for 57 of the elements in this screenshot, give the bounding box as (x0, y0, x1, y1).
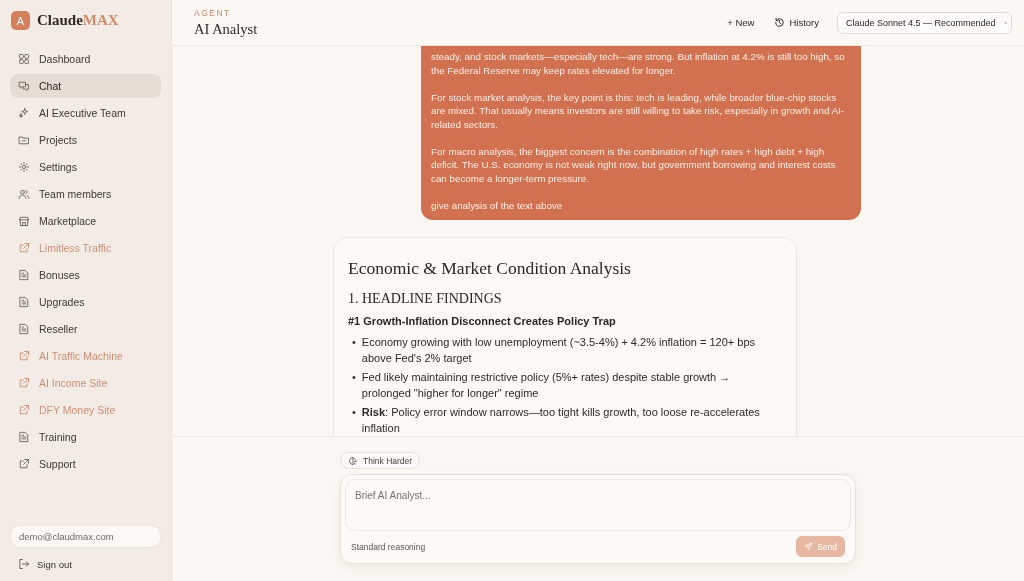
sidebar-item[interactable]: Bonuses (10, 263, 161, 287)
external-link-icon (18, 458, 30, 470)
bullet-marker: • (352, 405, 356, 420)
bullet-marker: • (352, 370, 356, 385)
folder-icon (18, 134, 30, 146)
reasoning-mode-label: Standard reasoning (351, 541, 426, 552)
sidebar-item[interactable]: Training (10, 425, 161, 449)
grid-icon (18, 53, 30, 65)
external-link-icon (18, 404, 30, 416)
message-paragraph: steady, and stock markets—especially tech—are strong. But inflation at 4.2% is still too high, so the Federal Reserve may keep rates elevated for longer. (431, 50, 846, 77)
bullet-point: Risk: Policy error window narrows—too tight kills growth, too loose re-accelerates inflation (361, 405, 761, 436)
external-link-icon (18, 242, 30, 254)
page-title: AI Analyst (194, 20, 258, 38)
message-input[interactable]: Brief AI Analyst... (345, 479, 851, 531)
external-link-icon (18, 377, 30, 389)
document-icon (18, 296, 30, 308)
bullet-marker: • (352, 335, 356, 350)
sign-out-link[interactable]: Sign out (10, 548, 161, 571)
sign-out-icon (18, 558, 30, 570)
send-icon (804, 542, 814, 551)
section-heading: 1. HEADLINE FINDINGS (348, 291, 503, 307)
sidebar-item[interactable]: Projects (10, 128, 161, 152)
sidebar-item[interactable]: Marketplace (10, 209, 161, 233)
document-icon (18, 431, 30, 443)
message-paragraph: give analysis of the text above (431, 198, 564, 212)
people-icon (18, 188, 30, 200)
chat-icon (18, 80, 30, 92)
sidebar-item[interactable]: Team members (10, 182, 161, 206)
history-button[interactable]: History (772, 13, 821, 32)
sidebar-item[interactable]: Upgrades (10, 290, 161, 314)
settings-icon (18, 161, 30, 173)
bullet-point: Economy growing with low unemployment (~3.5-4%) + 4.2% inflation = 120+ bps above Fed's 2% target (361, 335, 757, 366)
analysis-title: Economic & Market Condition Analysis (348, 258, 632, 279)
sidebar-item[interactable]: AI Executive Team (10, 101, 161, 125)
sparkle-icon (18, 107, 30, 119)
sidebar-item[interactable]: Chat (10, 74, 161, 98)
logo-badge: A (11, 11, 30, 30)
finding-heading: #1 Growth-Inflation Disconnect Creates Policy Trap (348, 315, 617, 327)
history-icon (774, 17, 786, 28)
store-icon (18, 215, 30, 227)
sidebar-item[interactable]: Reseller (10, 317, 161, 341)
document-icon (18, 269, 30, 281)
bullet-point: Fed likely maintaining restrictive policy (5%+ rates) despite stable growth → prolonged "higher for longer" regime (361, 370, 732, 401)
agent-label: AGENT (194, 7, 232, 18)
sidebar-item[interactable]: Dashboard (10, 47, 161, 71)
document-icon (18, 323, 30, 335)
think-harder-toggle[interactable]: Think Harder (340, 452, 421, 469)
new-button[interactable]: + New (725, 13, 757, 32)
sidebar-item[interactable]: Support (10, 452, 161, 476)
account-email: demo@claudmax.com (10, 525, 161, 548)
brand-name: ClaudeMAX (37, 12, 119, 29)
message-paragraph: For macro analysis, the biggest concern is the combination of high rates + high debt + high deficit. The U.S. economy is not weak right now, but government borrowing and interest costs can become a longer-term pressure. (431, 144, 837, 185)
brain-icon (348, 455, 358, 466)
external-link-icon (18, 350, 30, 362)
model-select[interactable]: Claude Sonnet 4.5 — Recommended (837, 11, 1012, 34)
sidebar-item[interactable]: Settings (10, 155, 161, 179)
message-paragraph: For stock market analysis, the key point is this: tech is leading, while broader blue-chip stocks are mixed. That usually means investors are still willing to take risk, especially in growth and AI-related sectors. (431, 90, 846, 131)
